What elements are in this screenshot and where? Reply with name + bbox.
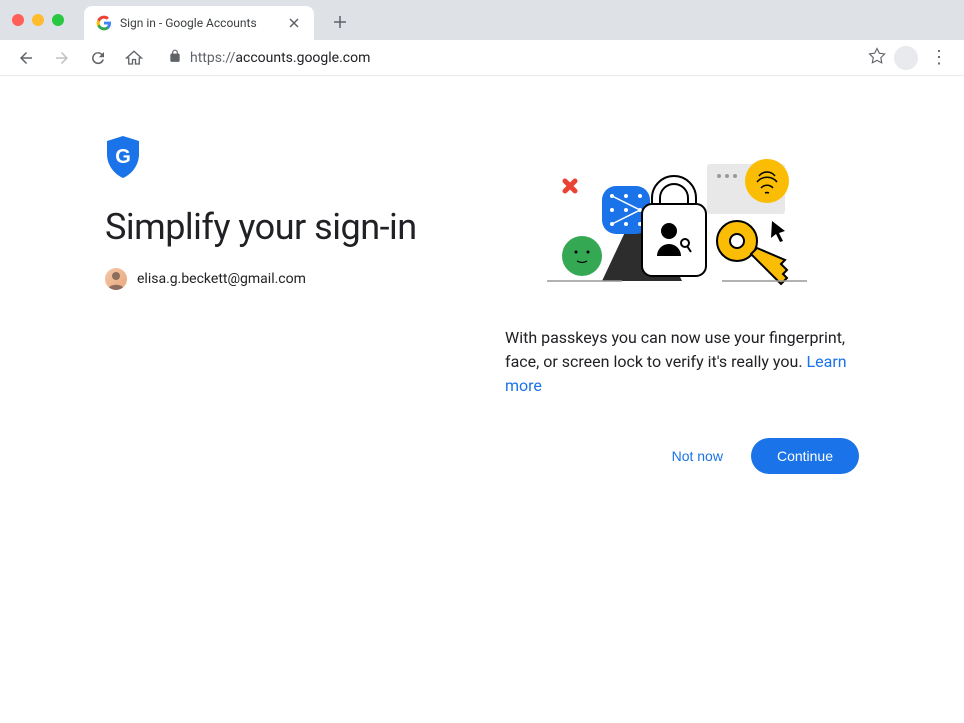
google-shield-icon: G	[105, 136, 141, 178]
not-now-button[interactable]: Not now	[652, 438, 743, 474]
description-body: With passkeys you can now use your finge…	[505, 328, 845, 371]
tab-close-button[interactable]	[286, 15, 302, 31]
svg-text:G: G	[115, 146, 131, 168]
account-chip[interactable]: elisa.g.beckett@gmail.com	[105, 268, 465, 290]
forward-button[interactable]	[48, 44, 76, 72]
browser-toolbar: https://accounts.google.com ⋮	[0, 40, 964, 76]
tab-title: Sign in - Google Accounts	[120, 16, 278, 30]
google-favicon-icon	[96, 15, 112, 31]
back-button[interactable]	[12, 44, 40, 72]
page-title: Simplify your sign-in	[105, 206, 465, 248]
user-avatar-icon	[105, 268, 127, 290]
url-text: https://accounts.google.com	[190, 50, 370, 66]
lock-icon	[168, 49, 182, 67]
address-bar[interactable]: https://accounts.google.com	[156, 44, 860, 72]
new-tab-button[interactable]	[326, 8, 354, 36]
browser-menu-button[interactable]: ⋮	[926, 47, 952, 68]
browser-tab[interactable]: Sign in - Google Accounts	[84, 6, 314, 40]
page-content: G Simplify your sign-in elisa.g.beckett@…	[0, 76, 964, 534]
continue-button[interactable]: Continue	[751, 438, 859, 474]
bookmark-star-icon[interactable]	[868, 47, 886, 69]
profile-avatar-button[interactable]	[894, 46, 918, 70]
passkey-illustration	[527, 146, 837, 296]
left-column: G Simplify your sign-in elisa.g.beckett@…	[105, 136, 465, 474]
reload-button[interactable]	[84, 44, 112, 72]
home-button[interactable]	[120, 44, 148, 72]
button-row: Not now Continue	[505, 438, 859, 474]
browser-tab-strip: Sign in - Google Accounts	[0, 0, 964, 40]
right-column: With passkeys you can now use your finge…	[505, 136, 859, 474]
account-email: elisa.g.beckett@gmail.com	[137, 271, 306, 287]
description-text: With passkeys you can now use your finge…	[505, 326, 859, 398]
window-minimize-button[interactable]	[32, 14, 44, 26]
window-maximize-button[interactable]	[52, 14, 64, 26]
window-controls	[12, 14, 64, 26]
window-close-button[interactable]	[12, 14, 24, 26]
